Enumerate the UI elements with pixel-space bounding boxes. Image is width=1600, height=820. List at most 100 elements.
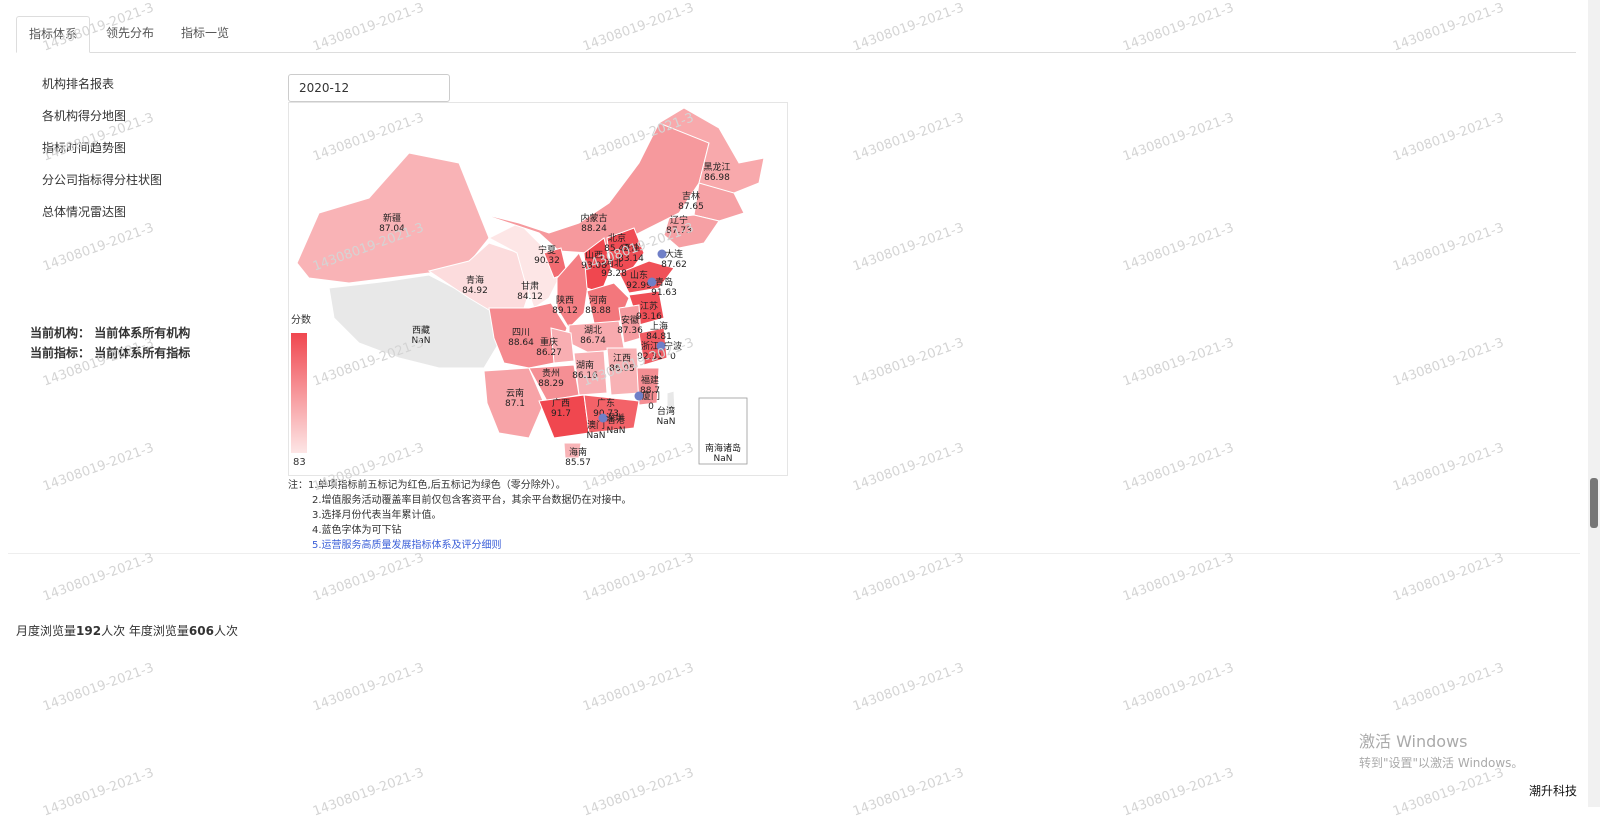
- region-value-23: 86.16: [572, 371, 598, 381]
- watermark-text: 14308019-2021-3: [40, 440, 156, 495]
- current-org-value: 当前体系所有机构: [94, 326, 191, 340]
- region-label-34: 南海诸岛: [705, 442, 741, 454]
- legend-gradient-bar[interactable]: [291, 333, 307, 453]
- section-divider: [8, 553, 1580, 554]
- region-label-20: 湖北: [584, 325, 602, 336]
- region-label-0: 黑龙江: [703, 161, 730, 173]
- sidebar-item-org-ranking[interactable]: 机构排名报表: [42, 75, 114, 92]
- watermark-text: 14308019-2021-3: [310, 660, 426, 715]
- region-label-30: 海南: [569, 446, 587, 458]
- legend-min-label: 83: [293, 457, 306, 468]
- region-label-21: 四川: [512, 328, 530, 338]
- note-line-4: 4.蓝色字体为可下钻: [312, 525, 402, 536]
- region-label-10: 山西: [585, 250, 603, 261]
- watermark-text: 14308019-2021-3: [310, 550, 426, 605]
- region-value-15: 88.88: [585, 306, 611, 316]
- watermark-text: 14308019-2021-3: [850, 440, 966, 495]
- region-value-16: 93.16: [636, 312, 662, 322]
- month-picker-input[interactable]: [288, 74, 450, 102]
- tab-indicator-overview[interactable]: 指标一览: [181, 16, 241, 51]
- yearly-views-count: 606: [188, 624, 214, 638]
- region-value-19: 92.31: [637, 352, 663, 362]
- watermark-text: 14308019-2021-3: [40, 765, 156, 820]
- region-label-7: 甘肃: [521, 280, 539, 292]
- city-label-1: 青岛: [655, 276, 673, 288]
- region-value-0: 86.98: [704, 173, 730, 183]
- region-label-6: 青海: [466, 274, 484, 286]
- region-value-6: 84.92: [462, 286, 488, 296]
- region-value-4: 87.04: [379, 224, 405, 234]
- city-label-3: 厦门: [642, 390, 660, 402]
- sidebar-item-radar-chart[interactable]: 总体情况雷达图: [42, 203, 126, 220]
- indicator-rules-link[interactable]: 5.运营服务高质量发展指标体系及评分细则: [288, 538, 632, 553]
- region-label-2: 辽宁: [670, 214, 688, 226]
- region-value-25: 88.29: [538, 379, 564, 389]
- map-svg: 分数 83 黑龙江86.98吉林87.65辽宁87.73内蒙古88.24新疆87…: [291, 107, 765, 468]
- region-label-3: 内蒙古: [580, 212, 607, 224]
- city-label-0: 大连: [665, 248, 683, 260]
- tab-bar: 指标体系 领先分布 指标一览: [16, 16, 1576, 53]
- watermark-text: 14308019-2021-3: [1120, 220, 1236, 275]
- region-value-32: NaN: [607, 426, 626, 436]
- region-label-13: 河北: [605, 257, 623, 269]
- windows-activation-subtitle: 转到"设置"以激活 Windows。: [1359, 756, 1524, 770]
- watermark-text: 14308019-2021-3: [850, 660, 966, 715]
- region-label-16: 江苏: [640, 300, 658, 312]
- tab-indicator-system[interactable]: 指标体系: [16, 16, 90, 53]
- region-value-26: 87.1: [505, 399, 525, 409]
- scrollbar-thumb[interactable]: [1590, 478, 1598, 528]
- china-score-map: 分数 83 黑龙江 86.98 吉林 87.65 辽宁 87.73 内蒙古 88.24 新疆 87…: [288, 102, 788, 476]
- yearly-views-label: 人次 年度浏览量: [101, 624, 189, 638]
- monthly-views-label: 月度浏览量: [16, 624, 77, 638]
- vertical-scrollbar[interactable]: [1588, 0, 1600, 807]
- city-label-2: 宁波: [664, 340, 682, 352]
- note-line-3: 3.选择月份代表当年累计值。: [312, 510, 442, 521]
- region-value-18: 84.81: [646, 332, 672, 342]
- watermark-text: 14308019-2021-3: [40, 550, 156, 605]
- region-value-24: 86.05: [609, 364, 635, 374]
- watermark-text: 14308019-2021-3: [850, 550, 966, 605]
- region-label-9: 陕西: [556, 294, 574, 306]
- region-value-3: 88.24: [581, 224, 607, 234]
- note-line-2: 2.增值服务活动覆盖率目前仅包含客资平台，其余平台数据仍在对接中。: [312, 495, 632, 506]
- watermark-text: 14308019-2021-3: [1120, 440, 1236, 495]
- watermark-text: 14308019-2021-3: [1120, 335, 1236, 390]
- watermark-text: 14308019-2021-3: [1390, 765, 1506, 820]
- region-label-17: 安徽: [621, 314, 639, 326]
- watermark-text: 14308019-2021-3: [580, 550, 696, 605]
- city-value-1: 91.63: [651, 288, 677, 298]
- sidebar-item-score-map[interactable]: 各机构得分地图: [42, 107, 126, 124]
- watermark-text: 14308019-2021-3: [580, 765, 696, 820]
- region-label-11: 北京: [608, 232, 626, 244]
- region-value-5: NaN: [412, 336, 431, 346]
- region-label-27: 广西: [552, 397, 570, 409]
- region-value-31: NaN: [657, 417, 676, 427]
- watermark-text: 14308019-2021-3: [850, 765, 966, 820]
- city-value-0: 87.62: [661, 260, 687, 270]
- region-value-1: 87.65: [678, 202, 704, 212]
- sidebar-item-branch-bar-chart[interactable]: 分公司指标得分柱状图: [42, 171, 162, 188]
- watermark-text: 14308019-2021-3: [1120, 765, 1236, 820]
- region-value-22: 86.27: [536, 348, 562, 358]
- region-label-26: 云南: [506, 387, 524, 399]
- region-value-8: 90.32: [534, 256, 560, 266]
- city-value-3: 0: [648, 402, 654, 412]
- region-label-31: 台湾: [657, 405, 675, 417]
- windows-activation-title: 激活 Windows: [1359, 732, 1468, 751]
- region-value-30: 85.57: [565, 458, 591, 468]
- watermark-text: 14308019-2021-3: [40, 660, 156, 715]
- region-value-20: 86.74: [580, 336, 606, 346]
- region-value-33: NaN: [587, 431, 606, 441]
- region-label-1: 吉林: [682, 190, 700, 202]
- watermark-text: 14308019-2021-3: [1390, 220, 1506, 275]
- legend-title: 分数: [291, 313, 311, 326]
- views-unit: 人次: [213, 624, 238, 638]
- region-value-13: 93.28: [601, 269, 627, 279]
- region-label-4: 新疆: [383, 212, 401, 224]
- brand-label: 潮升科技: [1529, 784, 1578, 798]
- region-label-25: 贵州: [542, 367, 560, 379]
- sidebar-item-trend-chart[interactable]: 指标时间趋势图: [42, 139, 126, 156]
- monthly-views-count: 192: [76, 624, 102, 638]
- region-label-19: 浙江: [641, 340, 659, 352]
- tab-leading-distribution[interactable]: 领先分布: [106, 16, 166, 51]
